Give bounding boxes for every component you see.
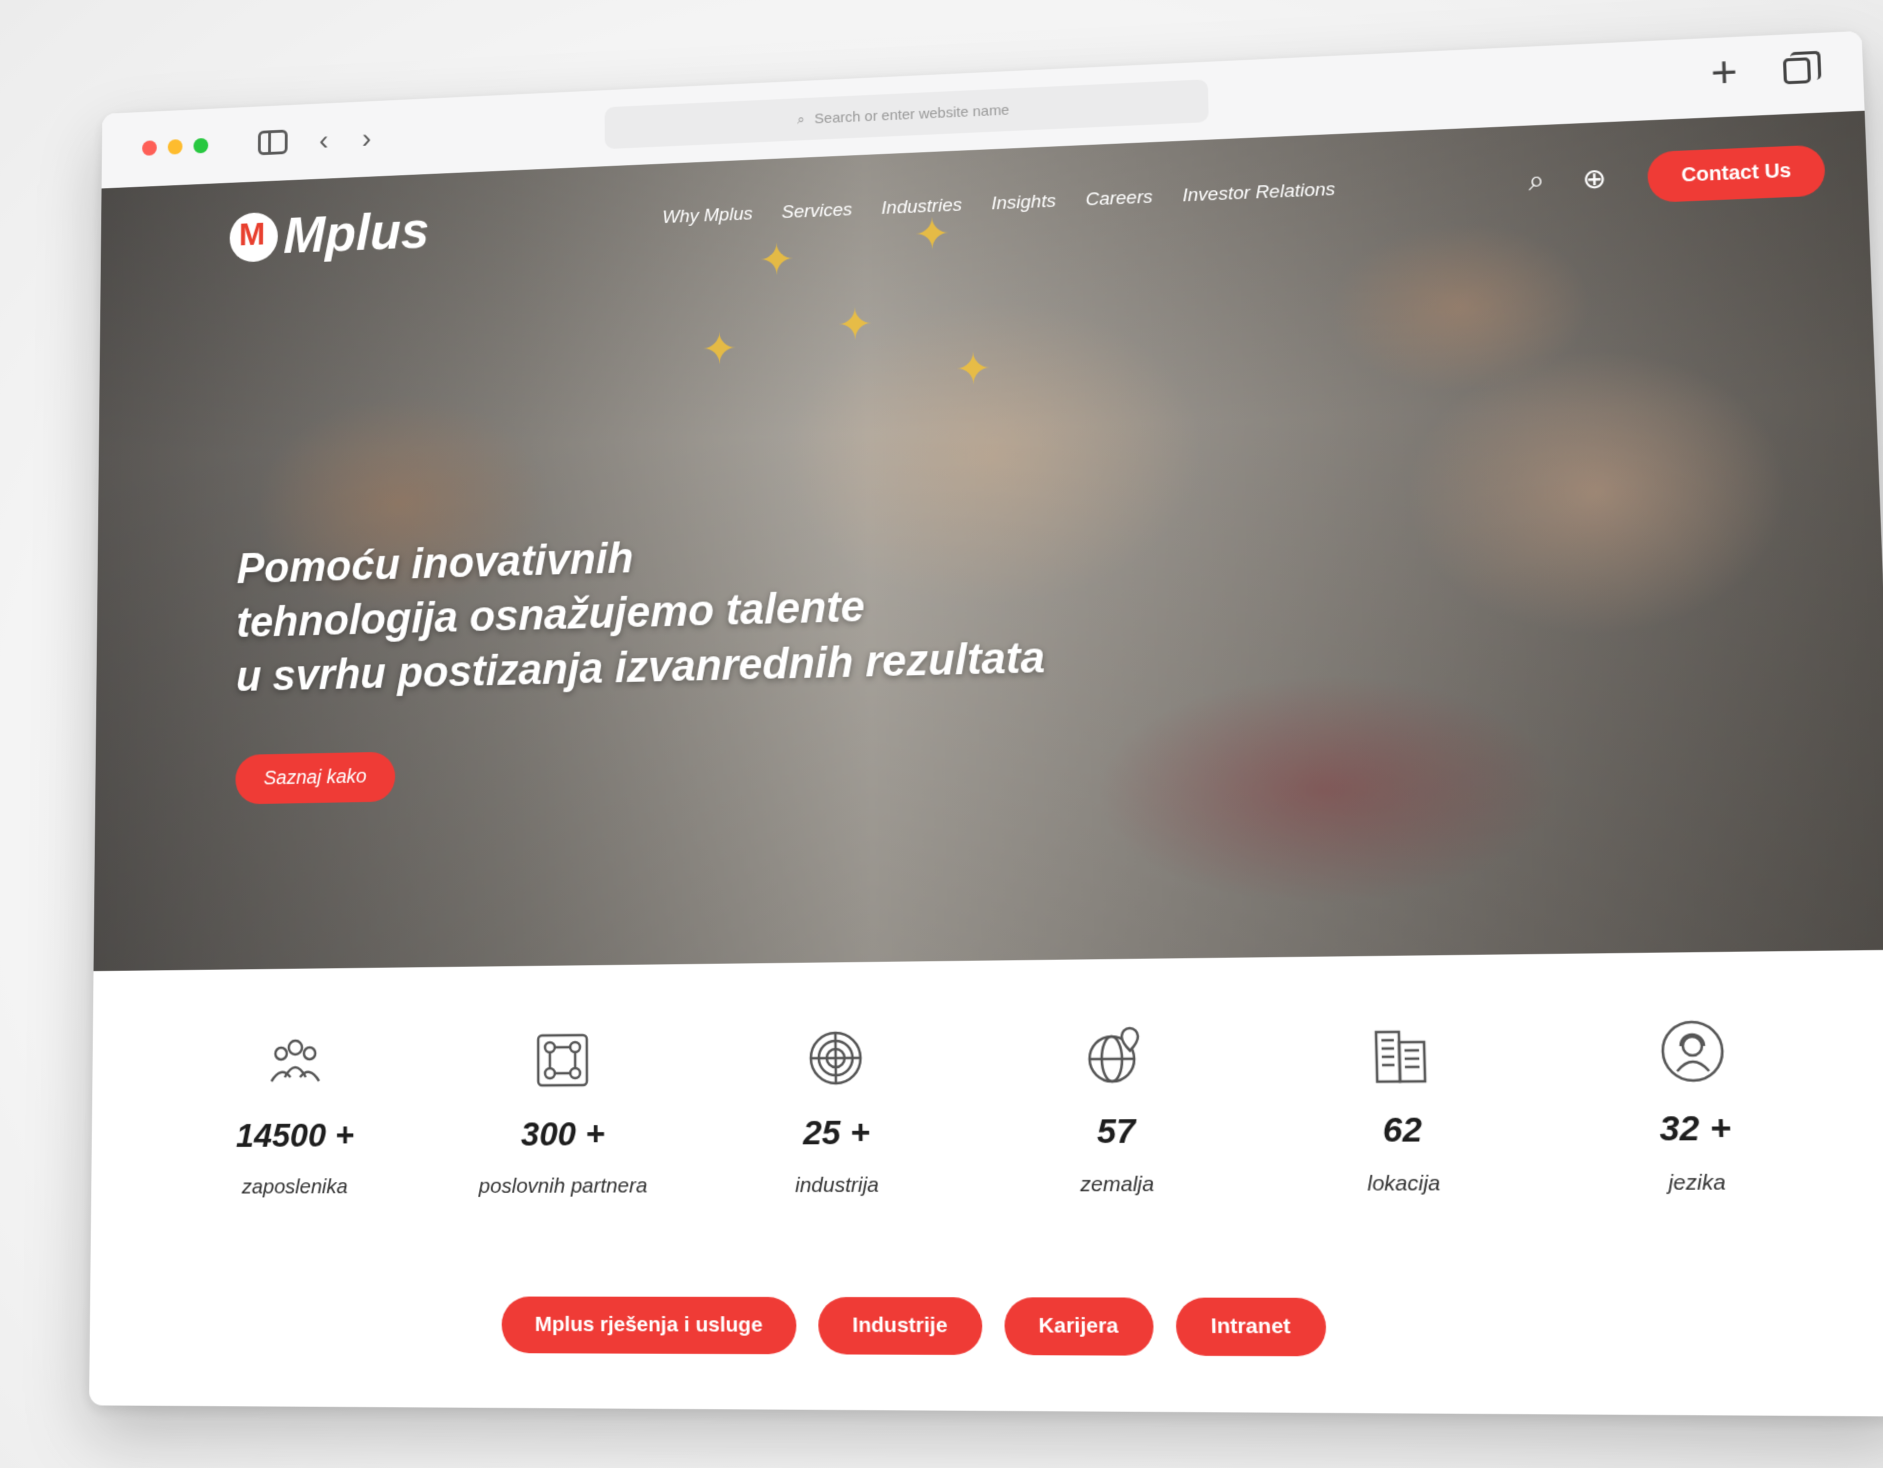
people-icon [262, 1028, 329, 1098]
stat-value: 57 [1010, 1112, 1224, 1153]
network-icon [528, 1025, 596, 1095]
nav-careers[interactable]: Careers [1085, 187, 1152, 211]
stat-item: 32 + jezika [1580, 1014, 1810, 1199]
mockup-scene: ‹ › ⌕ Search or enter website name + ✦ ✦… [0, 0, 1883, 1468]
forward-icon[interactable]: › [362, 122, 371, 156]
hero-headline: Pomoću inovativnih tehnologija osnažujem… [236, 519, 1045, 704]
stat-label: poslovnih partnera [461, 1172, 666, 1201]
stat-label: industrija [733, 1171, 943, 1200]
search-icon: ⌕ [797, 111, 805, 128]
learn-how-button[interactable]: Saznaj kako [235, 752, 395, 805]
window-controls [142, 138, 208, 156]
sparkle-decoration: ✦ [701, 324, 737, 375]
tabs-icon[interactable] [1783, 57, 1811, 84]
nav-investor-relations[interactable]: Investor Relations [1182, 179, 1335, 207]
mplus-logo-icon [230, 212, 278, 263]
sparkle-decoration: ✦ [837, 300, 873, 351]
back-icon[interactable]: ‹ [319, 124, 328, 158]
sidebar-toggle-icon[interactable] [258, 130, 288, 156]
nav-services[interactable]: Services [781, 200, 852, 224]
minimize-window-button[interactable] [168, 139, 183, 155]
stat-label: zemalja [1010, 1170, 1225, 1199]
maximize-window-button[interactable] [193, 138, 208, 154]
browser-window: ‹ › ⌕ Search or enter website name + ✦ ✦… [89, 31, 1883, 1417]
nav-why-mplus[interactable]: Why Mplus [662, 204, 752, 229]
contact-us-button[interactable]: Contact Us [1647, 145, 1826, 203]
stat-value: 32 + [1583, 1108, 1808, 1150]
stat-item: 62 lokacija [1291, 1016, 1514, 1199]
solutions-services-button[interactable]: Mplus rješenja i usluge [502, 1297, 797, 1355]
building-icon [1363, 1017, 1438, 1090]
stat-value: 14500 + [195, 1116, 395, 1156]
search-icon[interactable]: ⌕ [1528, 164, 1545, 197]
globe-pin-icon [1079, 1020, 1151, 1092]
stat-value: 62 [1293, 1110, 1513, 1152]
stat-item: 14500 + zaposlenika [195, 1027, 396, 1202]
fingerprint-globe-icon [801, 1022, 871, 1093]
main-nav: Why Mplus Services Industries Insights C… [662, 179, 1335, 229]
stat-item: 57 zemalja [1008, 1019, 1225, 1200]
headset-agent-icon [1654, 1014, 1731, 1088]
stat-item: 25 + industrija [732, 1022, 943, 1201]
intranet-button[interactable]: Intranet [1175, 1298, 1326, 1357]
stat-label: zaposlenika [195, 1173, 395, 1201]
stat-item: 300 + poslovnih partnera [461, 1024, 666, 1201]
address-placeholder: Search or enter website name [814, 102, 1009, 127]
stats-row: 14500 + zaposlenika 300 + poslovnih part… [195, 1014, 1810, 1202]
nav-insights[interactable]: Insights [991, 191, 1056, 215]
industries-button[interactable]: Industrije [818, 1297, 982, 1355]
close-window-button[interactable] [142, 140, 157, 156]
sparkle-decoration: ✦ [955, 344, 992, 395]
stat-value: 300 + [461, 1115, 666, 1155]
mplus-logo[interactable]: Mplus [230, 201, 430, 268]
new-tab-icon[interactable]: + [1710, 51, 1738, 96]
address-bar[interactable]: ⌕ Search or enter website name [605, 79, 1209, 149]
globe-icon[interactable]: ⊕ [1582, 162, 1607, 196]
stat-label: lokacija [1294, 1169, 1514, 1199]
careers-button[interactable]: Karijera [1004, 1297, 1154, 1355]
quick-links: Mplus rješenja i usluge Industrije Karij… [502, 1297, 1327, 1357]
nav-industries[interactable]: Industries [881, 195, 962, 220]
logo-text: Mplus [283, 201, 429, 266]
stat-value: 25 + [732, 1113, 941, 1154]
stat-label: jezika [1585, 1168, 1810, 1198]
